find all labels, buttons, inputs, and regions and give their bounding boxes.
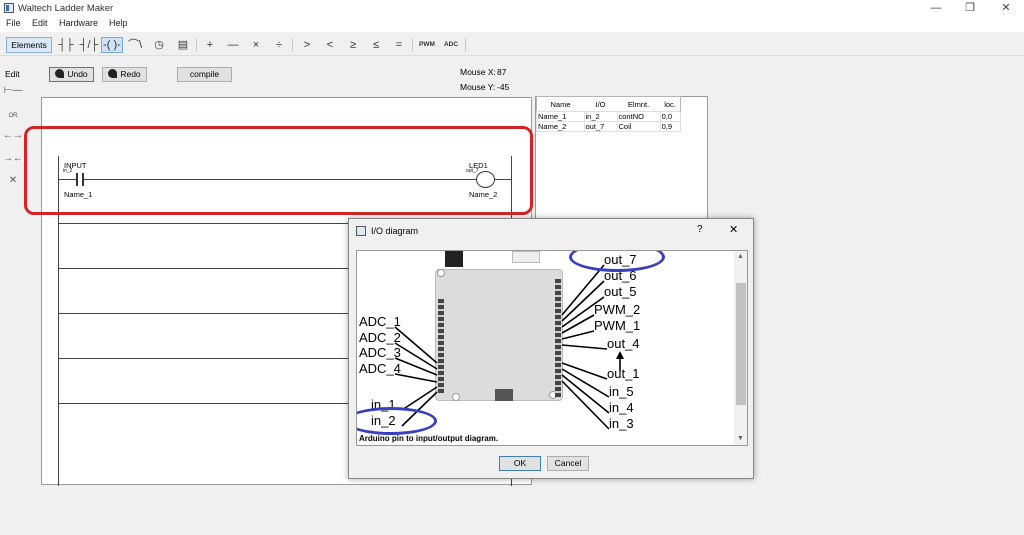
counter-tool[interactable]: ▤ [172, 37, 194, 53]
menu-hardware[interactable]: Hardware [59, 18, 98, 28]
toolbar-separator [196, 38, 197, 52]
table-cell: 0,9 [659, 121, 682, 132]
rung-highlight-annotation [24, 126, 533, 215]
diagram-caption: Arduino pin to input/output diagram. [359, 434, 499, 443]
toolbar: Elements ┤├ ┤/├ -( )- ⌒\ ◷ ▤ + — × ÷ > <… [0, 34, 1024, 56]
io-diagram-dialog: I/O diagram ? ✕ ADC_1 ADC_2 ADC_3 ADC_4 … [348, 218, 754, 479]
minimize-button[interactable]: — [921, 0, 951, 17]
help-button[interactable]: ? [697, 224, 703, 235]
menu-help[interactable]: Help [109, 18, 128, 28]
less-equal-tool[interactable]: ≤ [365, 37, 387, 53]
table-row[interactable]: Name_2 out_7 Coil 0,9 [536, 121, 682, 132]
table-cell: in_2 [583, 111, 618, 122]
falling-edge-tool[interactable]: ⌒\ [124, 37, 146, 53]
table-cell: out_7 [583, 121, 618, 132]
pin-label-adc-3: ADC_3 [359, 345, 401, 360]
tab-elements[interactable]: Elements [6, 37, 52, 53]
palette-wire-item[interactable]: ⊢— [3, 83, 23, 99]
scroll-up-icon[interactable]: ▲ [737, 253, 744, 260]
less-tool[interactable]: < [319, 37, 341, 53]
redo-label: Redo [120, 69, 141, 79]
col-location: loc. [660, 96, 681, 112]
pin-label-in-4: in_4 [609, 400, 634, 415]
cancel-button[interactable]: Cancel [547, 456, 589, 471]
divide-tool[interactable]: ÷ [268, 37, 290, 53]
window-title: Waltech Ladder Maker [18, 3, 114, 14]
palette-contract-item[interactable]: →← [3, 151, 23, 167]
timer-tool[interactable]: ◷ [148, 37, 170, 53]
table-cell: Name_1 [536, 111, 585, 122]
pin-label-pwm-1: PWM_1 [594, 318, 641, 333]
pin-label-in-3: in_3 [609, 416, 634, 431]
table-cell: Name_2 [536, 121, 585, 132]
mouse-y-label: Mouse Y: [460, 82, 496, 92]
dialog-close-button[interactable]: ✕ [729, 223, 738, 236]
pin-label-out-5: out_5 [604, 284, 637, 299]
menu-file[interactable]: File [6, 18, 21, 28]
coil-tool[interactable]: -( )- [101, 37, 123, 53]
subtract-tool[interactable]: — [222, 37, 244, 53]
title-bar: Waltech Ladder Maker — ❐ ✕ [0, 0, 1024, 17]
redo-icon [108, 69, 118, 78]
ok-button[interactable]: OK [499, 456, 541, 471]
contact-nc-tool[interactable]: ┤/├ [78, 37, 100, 53]
pin-label-adc-4: ADC_4 [359, 361, 401, 376]
table-cell: Coil [616, 121, 661, 132]
col-io: I/O [584, 96, 618, 112]
app-icon [4, 3, 14, 13]
palette-or-item[interactable]: OR [3, 108, 23, 124]
pin-label-out-4: out_4 [607, 336, 640, 351]
dialog-title: I/O diagram [371, 226, 419, 236]
palette-edit-label: Edit [5, 69, 20, 79]
pin-label-adc-1: ADC_1 [359, 314, 401, 329]
table-header-row: Name I/O Elmnt. loc. [536, 96, 681, 112]
palette-expand-item[interactable]: ←→ [3, 128, 23, 144]
pin-label-pwm-2: PWM_2 [594, 302, 641, 317]
multiply-tool[interactable]: × [245, 37, 267, 53]
restore-button[interactable]: ❐ [955, 0, 985, 17]
toolbar-separator [412, 38, 413, 52]
pin-label-out-1: out_1 [607, 366, 640, 381]
pin-label-adc-2: ADC_2 [359, 330, 401, 345]
dialog-icon [356, 226, 366, 236]
pin-label-in-5: in_5 [609, 384, 634, 399]
undo-label: Undo [67, 69, 88, 79]
contact-no-tool[interactable]: ┤├ [55, 37, 77, 53]
undo-icon [55, 69, 65, 78]
col-element: Elmnt. [617, 96, 661, 112]
scrollbar-thumb[interactable] [736, 283, 746, 405]
col-name: Name [536, 96, 585, 112]
greater-equal-tool[interactable]: ≥ [342, 37, 364, 53]
table-row[interactable]: Name_1 in_2 contNO 0,0 [536, 111, 682, 122]
pwm-tool[interactable]: PWM [416, 37, 438, 53]
equal-tool[interactable]: = [388, 37, 410, 53]
table-cell: contNO [616, 111, 661, 122]
diagram-scrollbar[interactable]: ▲ ▼ [734, 251, 747, 445]
undo-button[interactable]: Undo [49, 67, 94, 82]
io-table: Name I/O Elmnt. loc. Name_1 in_2 contNO … [536, 96, 682, 132]
redo-button[interactable]: Redo [102, 67, 147, 82]
toolbar-separator [292, 38, 293, 52]
palette-delete-item[interactable]: ✕ [3, 173, 23, 189]
mouse-x-label: Mouse X: [460, 67, 496, 77]
menu-bar: File Edit Hardware Help [0, 17, 1024, 32]
mouse-y-value: -45 [497, 82, 510, 92]
mouse-x-value: 87 [497, 67, 507, 77]
compile-button[interactable]: compile [177, 67, 232, 82]
table-cell: 0,0 [659, 111, 682, 122]
add-tool[interactable]: + [199, 37, 221, 53]
close-button[interactable]: ✕ [991, 0, 1021, 17]
io-diagram-view: ADC_1 ADC_2 ADC_3 ADC_4 in_1 in_2 out_7 … [356, 250, 748, 446]
menu-edit[interactable]: Edit [32, 18, 48, 28]
greater-tool[interactable]: > [296, 37, 318, 53]
toolbar-separator [465, 38, 466, 52]
scroll-down-icon[interactable]: ▼ [737, 435, 744, 442]
adc-tool[interactable]: ADC [440, 37, 462, 53]
